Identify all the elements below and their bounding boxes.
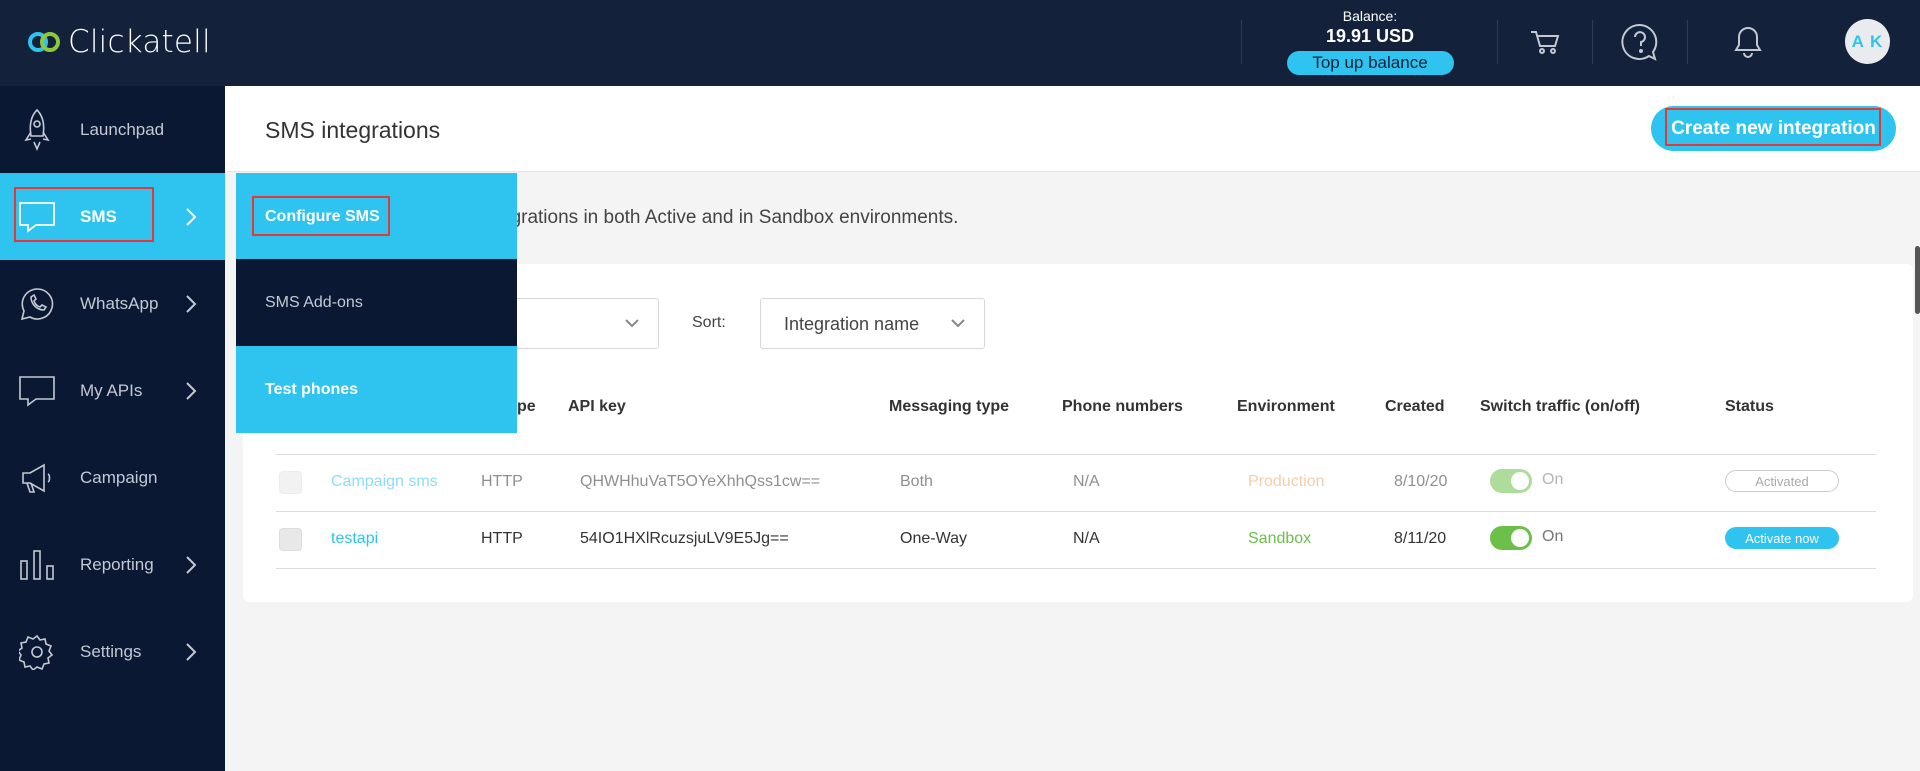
- sidebar-item-label: SMS: [80, 206, 117, 226]
- sidebar-item-sms[interactable]: SMS: [0, 173, 225, 260]
- environment: Sandbox: [1248, 530, 1312, 547]
- api-key: QHWHhuVaT5OYeXhhQss1cw==: [580, 473, 821, 490]
- sort-select[interactable]: Integration name: [760, 298, 985, 349]
- column-header-created: Created: [1385, 398, 1445, 415]
- bar-chart-icon: [18, 546, 56, 584]
- page-description: egrations in both Active and in Sandbox …: [500, 207, 959, 228]
- activate-now-button[interactable]: Activate now: [1725, 527, 1839, 549]
- sidebar-item-launchpad[interactable]: Launchpad: [0, 86, 225, 173]
- scrollbar[interactable]: [1915, 246, 1920, 314]
- toggle-label: On: [1542, 528, 1564, 545]
- sms-submenu: Configure SMS SMS Add-ons Test phones: [236, 173, 517, 433]
- sidebar-item-campaign[interactable]: Campaign: [0, 434, 225, 521]
- chevron-right-icon: [186, 207, 197, 226]
- filter-select[interactable]: [505, 298, 659, 349]
- sidebar-item-label: Settings: [80, 641, 142, 661]
- sidebar-item-reporting[interactable]: Reporting: [0, 521, 225, 608]
- column-header-messaging-type: Messaging type: [889, 398, 1010, 415]
- integration-type: HTTP: [481, 530, 523, 547]
- balance-label: Balance:: [1342, 8, 1398, 24]
- toggle-label: On: [1542, 471, 1564, 488]
- balance-widget: Balance: 19.91 USD Top up balance: [1285, 8, 1455, 75]
- sidebar-item-whatsapp[interactable]: WhatsApp: [0, 260, 225, 347]
- avatar[interactable]: A K: [1845, 19, 1890, 64]
- chat-icon: [18, 372, 56, 410]
- balance-amount: 19.91 USD: [1325, 26, 1415, 46]
- column-header-type: pe: [517, 398, 536, 415]
- divider: [1592, 20, 1593, 64]
- submenu-item-label: Test phones: [265, 380, 359, 398]
- sidebar-item-label: Launchpad: [80, 119, 165, 139]
- sidebar-item-label: My APIs: [80, 380, 143, 400]
- megaphone-icon: [18, 459, 56, 497]
- sidebar-item-settings[interactable]: Settings: [0, 608, 225, 695]
- divider: [1687, 20, 1688, 64]
- table-row: testapi HTTP 54IO1HXlRcuzsjuLV9E5Jg== On…: [276, 512, 1876, 568]
- sidebar-item-label: Reporting: [80, 554, 154, 574]
- sort-label: Sort:: [692, 314, 726, 331]
- create-new-integration-button[interactable]: Create new integration: [1651, 106, 1896, 151]
- column-header-api-key: API key: [568, 398, 626, 415]
- messaging-type: Both: [900, 473, 933, 490]
- traffic-toggle[interactable]: [1490, 526, 1532, 550]
- clickatell-logo-icon: [28, 32, 60, 52]
- bell-icon[interactable]: [1726, 20, 1770, 64]
- messaging-type: One-Way: [900, 530, 967, 547]
- divider: [1241, 20, 1242, 64]
- sidebar-item-label: WhatsApp: [80, 293, 159, 313]
- created-date: 8/10/20: [1394, 473, 1448, 490]
- page-title: SMS integrations: [265, 117, 441, 143]
- chevron-down-icon: [951, 319, 965, 328]
- submenu-item-configure-sms[interactable]: Configure SMS: [236, 173, 517, 260]
- environment: Production: [1248, 473, 1325, 490]
- page-header: SMS integrations Create new integration: [225, 86, 1920, 172]
- chevron-right-icon: [186, 555, 197, 574]
- phone-numbers: N/A: [1073, 473, 1100, 490]
- traffic-toggle[interactable]: [1490, 469, 1532, 493]
- submenu-item-sms-add-ons[interactable]: SMS Add-ons: [236, 259, 517, 346]
- clickatell-logo[interactable]: Clickatell: [26, 24, 211, 60]
- sort-value: Integration name: [784, 314, 920, 334]
- top-up-balance-button[interactable]: Top up balance: [1286, 51, 1454, 75]
- column-header-phone-numbers: Phone numbers: [1062, 398, 1183, 415]
- gear-icon: [18, 633, 56, 671]
- api-key: 54IO1HXlRcuzsjuLV9E5Jg==: [580, 530, 789, 547]
- column-header-environment: Environment: [1237, 398, 1335, 415]
- chevron-down-icon: [625, 319, 639, 328]
- column-header-switch-traffic: Switch traffic (on/off): [1480, 398, 1640, 415]
- whatsapp-icon: [18, 285, 56, 323]
- created-date: 8/11/20: [1394, 530, 1447, 547]
- submenu-item-label: SMS Add-ons: [265, 293, 363, 311]
- help-icon[interactable]: [1618, 20, 1662, 64]
- status-badge: Activated: [1725, 470, 1839, 492]
- sidebar-item-label: Campaign: [80, 467, 158, 487]
- sidebar-item-my-apis[interactable]: My APIs: [0, 347, 225, 434]
- top-bar: Clickatell Balance: 19.91 USD Top up bal…: [0, 0, 1920, 86]
- row-checkbox[interactable]: [279, 471, 302, 494]
- integration-type: HTTP: [481, 473, 523, 490]
- divider: [1497, 20, 1498, 64]
- table-row: Campaign sms HTTP QHWHhuVaT5OYeXhhQss1cw…: [276, 455, 1876, 511]
- row-checkbox[interactable]: [279, 528, 302, 551]
- app-name: Clickatell: [68, 24, 211, 60]
- integration-name-link[interactable]: testapi: [331, 530, 378, 548]
- column-header-status: Status: [1725, 398, 1774, 415]
- chevron-right-icon: [186, 381, 197, 400]
- chevron-right-icon: [186, 642, 197, 661]
- divider: [276, 568, 1876, 569]
- phone-numbers: N/A: [1073, 530, 1100, 547]
- cart-icon[interactable]: [1523, 20, 1567, 64]
- rocket-icon: [18, 108, 56, 151]
- submenu-item-test-phones[interactable]: Test phones: [236, 346, 517, 433]
- integration-name-link[interactable]: Campaign sms: [331, 473, 438, 491]
- chat-icon: [18, 198, 56, 236]
- chevron-right-icon: [186, 294, 197, 313]
- submenu-item-label: Configure SMS: [265, 207, 380, 225]
